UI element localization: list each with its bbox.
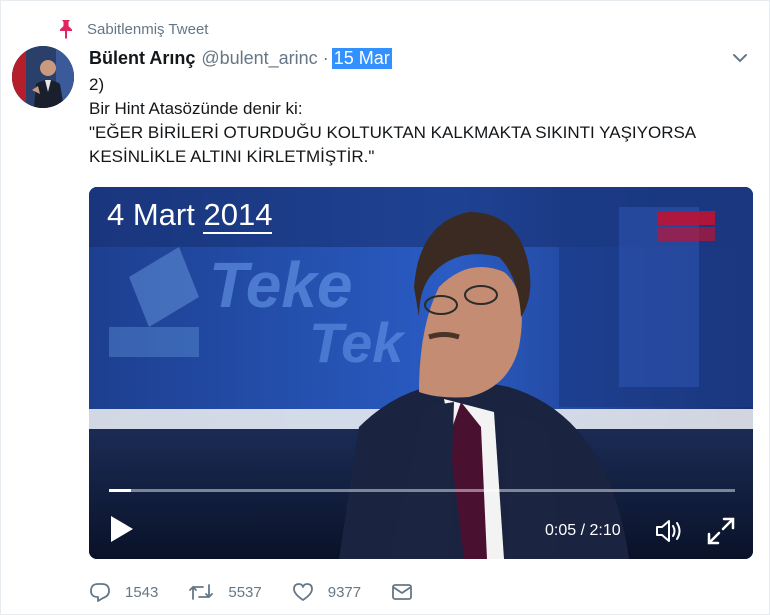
video-time-separator: / [576, 522, 590, 539]
tweet-text-line: "EĞER BİRİLERİ OTURDUĞU KOLTUKTAN KALKMA… [89, 123, 697, 142]
tweet-text-line: 2) [89, 75, 105, 94]
video-overlay-date: 4 Mart 2014 [107, 197, 273, 234]
play-icon[interactable] [109, 514, 135, 544]
svg-text:Tek: Tek [309, 311, 406, 374]
tweet-header: Bülent Arınç @bulent_arinc · 15 Mar [89, 45, 392, 71]
retweet-count: 5537 [228, 583, 262, 601]
author-name[interactable]: Bülent Arınç [89, 48, 195, 69]
pinned-label: Sabitlenmiş Tweet [87, 20, 209, 38]
tweet-text: 2) Bir Hint Atasözünde denir ki: "EĞER B… [89, 73, 739, 169]
tweet-text-line: KESİNLİKLE ALTINI KİRLETMİŞTİR." [89, 147, 375, 166]
header-separator: · [322, 47, 329, 68]
video-progress-fill [109, 489, 131, 492]
like-action[interactable]: 9377 [292, 582, 361, 602]
video-current-time: 0:05 [545, 522, 577, 539]
chevron-down-icon[interactable] [731, 49, 749, 67]
avatar[interactable] [12, 46, 74, 108]
reply-icon [90, 583, 110, 602]
channel-logo [657, 211, 715, 241]
tweet-date[interactable]: 15 Mar [331, 47, 392, 69]
tweet-card[interactable]: Sabitlenmiş Tweet Bülent Arınç @bulent_a… [0, 0, 770, 615]
author-handle[interactable]: @bulent_arinc [201, 48, 317, 69]
overlay-day: 4 Mart [107, 197, 195, 232]
volume-icon[interactable] [654, 517, 684, 545]
tweet-actions: 1543 5537 9377 [89, 577, 457, 607]
reply-count: 1543 [125, 583, 159, 601]
pinned-tweet-indicator: Sabitlenmiş Tweet [57, 17, 208, 41]
retweet-action[interactable]: 5537 [188, 582, 262, 602]
retweet-icon [189, 584, 214, 600]
like-count: 9377 [327, 583, 362, 601]
avatar-image [12, 46, 74, 108]
fullscreen-icon[interactable] [705, 515, 737, 547]
video-time: 0:05 / 2:10 [545, 522, 621, 540]
reply-action[interactable]: 1543 [89, 582, 158, 602]
video-frame: Teke Tek [89, 187, 753, 559]
tweet-text-line: Bir Hint Atasözünde denir ki: [89, 99, 303, 118]
video-player[interactable]: Teke Tek 4 Mart 2014 0:05 / 2:10 [89, 187, 753, 559]
envelope-icon [392, 584, 413, 600]
pin-icon [60, 20, 72, 39]
overlay-year: 2014 [203, 197, 273, 234]
video-progress-bar[interactable] [109, 489, 735, 492]
message-action[interactable] [391, 583, 427, 601]
video-duration: 2:10 [589, 522, 621, 539]
heart-icon [292, 583, 313, 601]
